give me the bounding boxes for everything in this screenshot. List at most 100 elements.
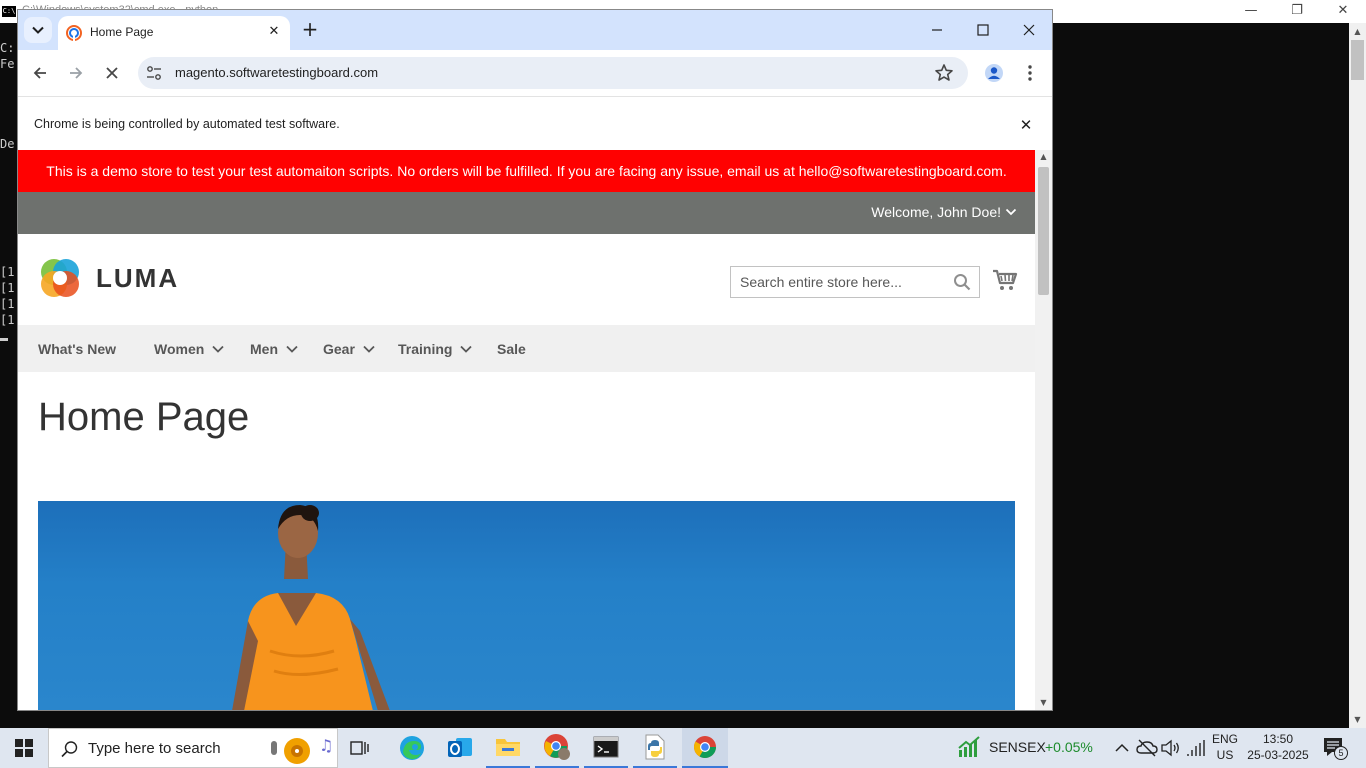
minimize-button[interactable] [914, 10, 960, 50]
clock[interactable]: 13:50 25-03-2025 [1244, 731, 1312, 765]
taskbar-chrome-profile[interactable] [535, 728, 579, 768]
taskbar-chrome[interactable] [682, 728, 728, 768]
tab-strip: Home Page ✕ + [18, 10, 1052, 50]
console-scrollbar[interactable]: ▲ ▼ [1349, 23, 1366, 728]
nav-label: Sale [497, 340, 526, 357]
customer-welcome[interactable]: Welcome, John Doe! [871, 204, 1017, 220]
magento-favicon-icon [66, 25, 82, 41]
stock-widget[interactable]: SENSEX +0.05% [955, 728, 1095, 768]
taskbar-python[interactable] [633, 728, 677, 768]
forward-arrow-icon [70, 67, 83, 79]
notification-center-button[interactable]: 5 [1318, 734, 1348, 762]
chevron-down-icon [363, 345, 375, 353]
new-tab-button[interactable]: + [298, 18, 322, 42]
maximize-button[interactable] [960, 10, 1006, 50]
start-button[interactable] [0, 728, 48, 768]
chevron-down-icon [32, 26, 44, 34]
nav-training[interactable]: Training [398, 325, 473, 372]
taskbar-edge[interactable] [390, 728, 434, 768]
console-restore-button[interactable]: ❐ [1274, 2, 1320, 22]
maximize-icon [977, 24, 989, 36]
luma-logo-icon [41, 259, 79, 297]
profile-icon [985, 64, 1003, 82]
taskbar-outlook[interactable] [438, 728, 482, 768]
console-line: [1 [0, 265, 15, 279]
outlook-icon [448, 738, 472, 757]
infobar-close-icon[interactable]: ✕ [1016, 115, 1036, 135]
console-cursor [0, 338, 8, 341]
task-view-icon [350, 741, 369, 755]
taskbar-terminal[interactable] [584, 728, 628, 768]
volume-button[interactable] [1160, 738, 1182, 758]
svg-text:♫: ♫ [319, 736, 333, 755]
taskbar-file-explorer[interactable] [486, 728, 530, 768]
console-line: De [0, 137, 15, 151]
search-icon [61, 741, 78, 758]
tab-home-page[interactable]: Home Page ✕ [58, 16, 290, 50]
chevron-down-icon [212, 345, 224, 353]
wifi-button[interactable] [1186, 738, 1208, 758]
keyboard-layout: US [1216, 748, 1234, 762]
luma-logo[interactable]: LUMA [38, 256, 179, 300]
nav-men[interactable]: Men [250, 325, 298, 372]
cloud-off-icon [1136, 739, 1158, 757]
tab-search-button[interactable] [24, 17, 52, 43]
tab-close-icon[interactable]: ✕ [265, 23, 283, 41]
shopping-cart-icon[interactable] [992, 268, 1018, 292]
chrome-icon [694, 736, 716, 758]
search-input[interactable] [731, 267, 946, 297]
nav-gear[interactable]: Gear [323, 325, 375, 372]
forward-button[interactable] [60, 57, 92, 89]
console-line: Fe [0, 57, 15, 71]
menu-button[interactable] [1014, 57, 1046, 89]
hero-yoga-woman-image [232, 505, 390, 710]
address-bar[interactable]: magento.softwaretestingboard.com [138, 57, 968, 89]
console-minimize-button[interactable]: — [1228, 2, 1274, 22]
back-button[interactable] [24, 57, 56, 89]
taskbar-search[interactable]: Type here to search ♫ [48, 728, 338, 768]
profile-button[interactable] [978, 57, 1010, 89]
infobar-message: Chrome is being controlled by automated … [34, 117, 340, 131]
console-close-button[interactable]: ✕ [1320, 2, 1366, 22]
close-window-button[interactable] [1006, 10, 1052, 50]
tab-title: Home Page [90, 25, 154, 39]
address-url[interactable]: magento.softwaretestingboard.com [175, 65, 378, 80]
welcome-text: Welcome, John Doe! [871, 204, 1001, 220]
show-hidden-icons-button[interactable] [1112, 738, 1132, 758]
nav-whats-new[interactable]: What's New [38, 325, 116, 372]
console-line: [1 [0, 281, 15, 295]
hero-banner[interactable] [38, 501, 1015, 710]
clock-date: 25-03-2025 [1247, 748, 1309, 762]
python-icon [645, 734, 665, 760]
scroll-down-icon[interactable]: ▼ [1035, 696, 1052, 710]
console-app-icon: C:\ [2, 6, 16, 17]
nav-label: Training [398, 340, 453, 357]
panel-header: Welcome, John Doe! [18, 192, 1035, 234]
site-info-icon[interactable] [146, 65, 162, 81]
nav-women[interactable]: Women [154, 325, 224, 372]
page-scroll-thumb[interactable] [1038, 167, 1049, 295]
taskbar-task-view[interactable] [342, 728, 378, 768]
scroll-down-icon[interactable]: ▼ [1349, 711, 1366, 728]
nav-sale[interactable]: Sale [497, 325, 526, 372]
main-navigation: What's New Women Men Gear Training Sale [18, 325, 1035, 372]
scroll-up-icon[interactable]: ▲ [1349, 23, 1366, 40]
cloud-status-button[interactable] [1136, 738, 1158, 758]
console-scroll-thumb[interactable] [1351, 40, 1364, 80]
clock-time: 13:50 [1262, 732, 1294, 746]
scroll-up-icon[interactable]: ▲ [1035, 150, 1052, 164]
close-icon [1023, 24, 1035, 36]
language-indicator[interactable]: ENG US [1208, 731, 1242, 765]
stop-loading-button[interactable] [96, 57, 128, 89]
chevron-down-icon [460, 345, 473, 353]
nav-label: Men [250, 340, 278, 357]
chevron-down-icon [1005, 208, 1017, 216]
page-scrollbar[interactable]: ▲ ▼ [1035, 150, 1052, 710]
page-title: Home Page [38, 395, 250, 439]
nav-label: What's New [38, 340, 117, 357]
chevron-down-icon [286, 345, 298, 353]
bookmark-star-icon[interactable] [934, 63, 954, 83]
back-arrow-icon [33, 67, 46, 79]
search-icon[interactable] [953, 273, 971, 291]
stock-name: SENSEX [989, 739, 1046, 755]
